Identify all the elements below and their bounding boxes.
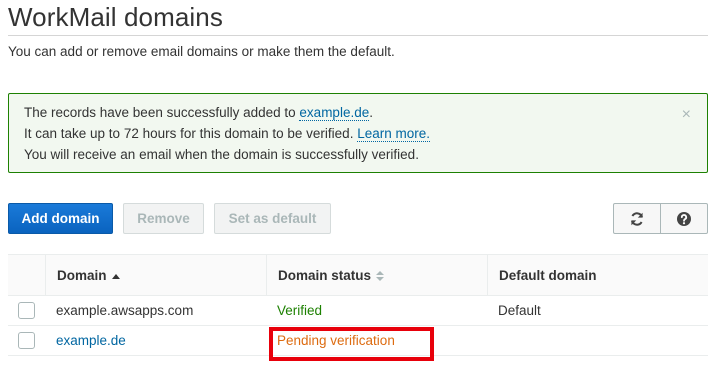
page-title: WorkMail domains bbox=[8, 2, 223, 32]
remove-button[interactable]: Remove bbox=[123, 203, 204, 234]
status-cell: Pending verification bbox=[277, 333, 395, 348]
domain-cell: example.awsapps.com bbox=[56, 303, 194, 318]
table-row[interactable]: example.awsapps.com Verified Default bbox=[8, 296, 708, 326]
row-select-cell bbox=[8, 326, 45, 355]
column-header-domain-status[interactable]: Domain status bbox=[266, 255, 487, 296]
column-header-label: Domain status bbox=[278, 268, 372, 283]
success-flash-message: The records have been successfully added… bbox=[8, 93, 708, 173]
flash-text: It can take up to 72 hours for this doma… bbox=[24, 126, 358, 141]
set-as-default-button[interactable]: Set as default bbox=[214, 203, 331, 234]
table-row[interactable]: example.de Pending verification bbox=[8, 326, 708, 356]
close-icon[interactable]: × bbox=[682, 106, 691, 124]
column-header-domain[interactable]: Domain bbox=[45, 255, 266, 296]
flash-line-email-notice: You will receive an email when the domai… bbox=[24, 147, 419, 162]
domain-link[interactable]: example.de bbox=[299, 105, 370, 121]
column-header-default-domain: Default domain bbox=[487, 255, 708, 296]
add-domain-button[interactable]: Add domain bbox=[8, 203, 113, 234]
refresh-icon bbox=[631, 211, 643, 226]
learn-more-link[interactable]: Learn more. bbox=[357, 126, 430, 142]
column-header-label: Default domain bbox=[499, 268, 597, 283]
domain-link-cell[interactable]: example.de bbox=[45, 326, 266, 355]
sort-unsorted-icon bbox=[376, 270, 385, 282]
flash-text: The records have been successfully added… bbox=[24, 105, 300, 120]
flash-text: . bbox=[369, 105, 373, 120]
row-checkbox[interactable] bbox=[18, 302, 35, 319]
select-column-header bbox=[8, 255, 45, 296]
row-checkbox[interactable] bbox=[18, 332, 35, 349]
table-header: Domain Domain status Default domain bbox=[8, 254, 708, 296]
row-select-cell bbox=[8, 296, 45, 325]
status-cell: Verified bbox=[277, 303, 323, 318]
flash-line-verification-time: It can take up to 72 hours for this doma… bbox=[24, 126, 430, 142]
table-actions-group bbox=[613, 203, 708, 234]
flash-line-records-added: The records have been successfully added… bbox=[24, 105, 373, 121]
default-cell: Default bbox=[498, 303, 541, 318]
column-header-label: Domain bbox=[57, 268, 107, 283]
title-divider bbox=[8, 35, 708, 36]
domains-table: Domain Domain status Default domain exam… bbox=[8, 254, 708, 356]
help-button[interactable] bbox=[660, 204, 707, 233]
sort-ascending-icon bbox=[111, 273, 120, 279]
default-cell bbox=[487, 326, 708, 355]
refresh-button[interactable] bbox=[614, 204, 660, 233]
help-icon bbox=[677, 211, 691, 226]
page-subtitle: You can add or remove email domains or m… bbox=[8, 44, 395, 59]
